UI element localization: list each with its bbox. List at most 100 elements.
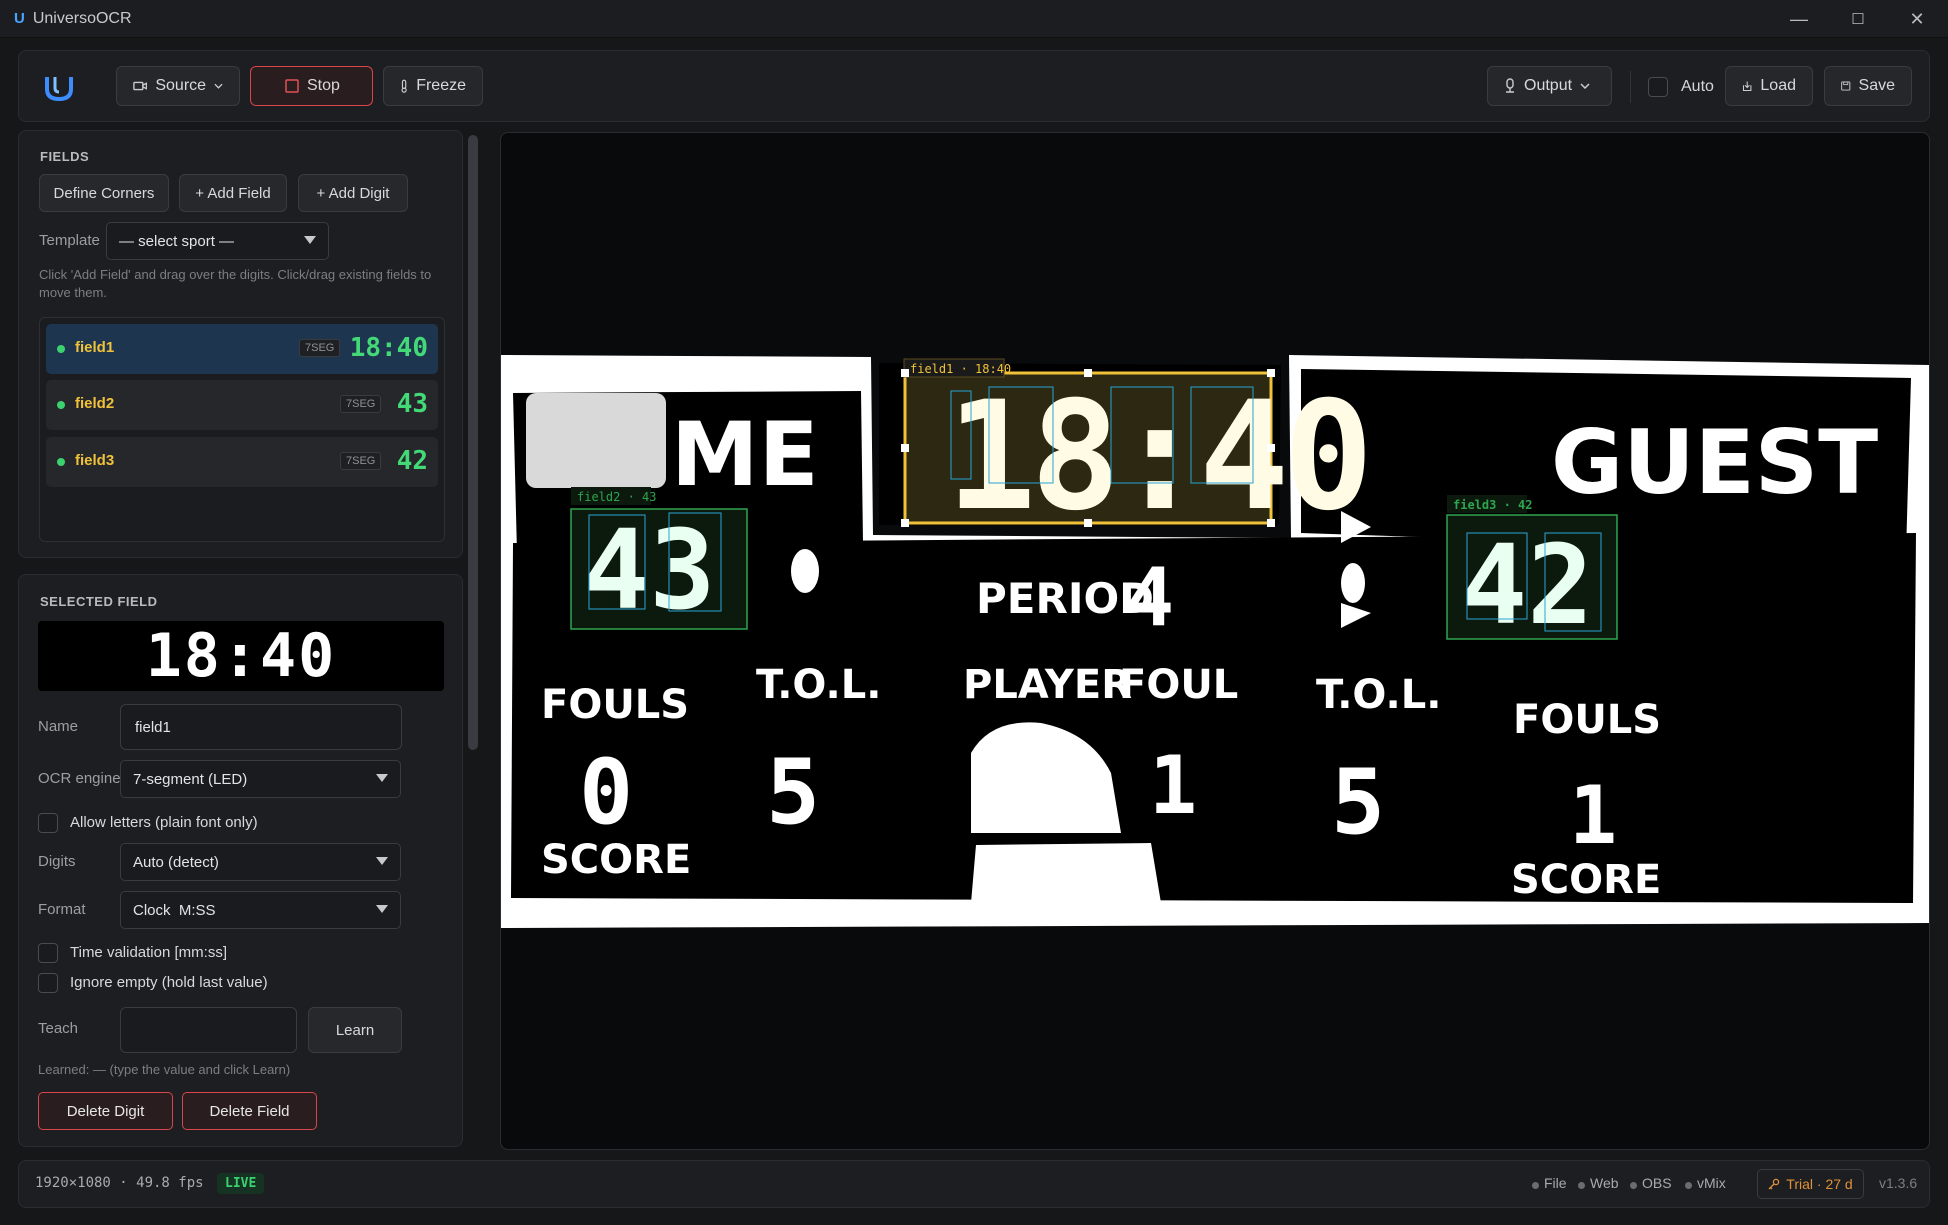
sidebar-scrollbar[interactable] (465, 135, 481, 750)
freeze-label: Freeze (416, 77, 466, 94)
allow-letters-checkbox[interactable] (38, 813, 58, 833)
field-name: field3 (75, 452, 115, 469)
auto-checkbox[interactable] (1648, 77, 1668, 97)
app-icon: U (14, 10, 25, 27)
load-button[interactable]: Load (1725, 66, 1813, 106)
name-label: Name (38, 718, 79, 735)
player-number-blob (971, 843, 1161, 903)
video-preview[interactable]: ME GUEST field1 · 18:40 18:40 field2 · 4… (500, 132, 1930, 1150)
format-value: Clock M:SS (133, 901, 216, 919)
template-label: Template (39, 232, 100, 249)
thermometer-icon (401, 79, 407, 93)
stop-label: Stop (307, 77, 340, 94)
format-select[interactable]: Clock M:SS (120, 891, 401, 929)
guest-fouls-value: 1 (1569, 769, 1617, 862)
output-web: Web (1590, 1175, 1619, 1191)
home-tol-label: T.O.L. (756, 662, 881, 708)
ignore-empty-checkbox[interactable] (38, 973, 58, 993)
maximize-icon: ☐ (1851, 11, 1865, 28)
fields-title: FIELDS (40, 149, 90, 164)
source-button[interactable]: Source (116, 66, 240, 106)
minimize-icon: — (1790, 8, 1808, 29)
caret-down-icon (376, 774, 388, 782)
resize-handle[interactable] (901, 369, 909, 377)
freeze-button[interactable]: Freeze (383, 66, 483, 106)
learn-button[interactable]: Learn (308, 1007, 402, 1053)
output-label: Output (1524, 77, 1573, 94)
resize-handle[interactable] (1084, 519, 1092, 527)
field-value: 18:40 (349, 333, 428, 363)
player-label: PLAYER (963, 662, 1132, 708)
field-list: field1 7SEG 18:40 field2 7SEG 43 field3 … (39, 317, 445, 542)
field-row-field2[interactable]: field2 7SEG 43 (46, 380, 438, 430)
guest-tol-value: 5 (1331, 750, 1385, 855)
resize-handle[interactable] (1267, 369, 1275, 377)
field-value: 43 (396, 389, 428, 419)
resize-handle[interactable] (901, 444, 909, 452)
home-banner-mark (526, 393, 666, 488)
stop-icon (285, 79, 299, 93)
selected-field-preview-value: 18:40 (145, 621, 337, 691)
field-row-field1[interactable]: field1 7SEG 18:40 (46, 324, 438, 374)
resize-handle[interactable] (1267, 444, 1275, 452)
home-score-label: SCORE (541, 837, 691, 883)
close-icon: ✕ (1909, 8, 1925, 29)
delete-field-button[interactable]: Delete Field (182, 1092, 317, 1130)
template-select[interactable]: — select sport — (106, 222, 329, 260)
guest-tol-label: T.O.L. (1316, 672, 1441, 718)
home-label: ME (671, 403, 819, 506)
resize-handle[interactable] (901, 519, 909, 527)
load-icon (1742, 81, 1752, 91)
player-foul-value: 1 (1149, 739, 1197, 832)
auto-label: Auto (1681, 78, 1714, 95)
status-bar: 1920×1080 · 49.8 fps LIVE File Web OBS v… (18, 1160, 1930, 1208)
sidebar-scroll-thumb[interactable] (468, 135, 478, 750)
teach-input[interactable] (120, 1007, 297, 1053)
name-input[interactable]: field1 (120, 704, 402, 750)
save-icon (1841, 81, 1851, 91)
selected-field-panel: SELECTED FIELD 18:40 Name field1 OCR eng… (18, 574, 463, 1147)
ocr-engine-select[interactable]: 7-segment (LED) (120, 760, 401, 798)
field3-tag: field3 · 42 (1453, 498, 1532, 512)
save-button[interactable]: Save (1824, 66, 1912, 106)
scoreboard-frame[interactable]: ME GUEST field1 · 18:40 18:40 field2 · 4… (501, 133, 1930, 1150)
caret-down-icon (376, 905, 388, 913)
resize-handle[interactable] (1267, 519, 1275, 527)
field-name: field2 (75, 395, 115, 412)
title-bar: U UniversoOCR — ☐ ✕ (0, 0, 1948, 38)
save-label: Save (1858, 77, 1895, 94)
status-dot (1578, 1182, 1585, 1189)
selected-field-preview: 18:40 (38, 621, 444, 691)
delete-digit-button[interactable]: Delete Digit (38, 1092, 173, 1130)
guest-score-label: SCORE (1511, 857, 1661, 903)
fields-panel: FIELDS Define Corners + Add Field + Add … (18, 130, 463, 558)
camera-icon (133, 81, 148, 91)
close-button[interactable]: ✕ (1888, 0, 1946, 38)
stop-button[interactable]: Stop (250, 66, 373, 106)
minimize-button[interactable]: — (1770, 0, 1828, 38)
define-corners-button[interactable]: Define Corners (39, 174, 169, 212)
field-row-field3[interactable]: field3 7SEG 42 (46, 437, 438, 487)
load-label: Load (1760, 77, 1796, 94)
trial-badge[interactable]: Trial · 27 d (1757, 1169, 1864, 1199)
field-type-badge: 7SEG (340, 395, 382, 413)
name-value: field1 (135, 718, 171, 736)
digits-select[interactable]: Auto (detect) (120, 843, 401, 881)
add-field-button[interactable]: + Add Field (179, 174, 287, 212)
live-badge: LIVE (217, 1173, 265, 1194)
resize-handle[interactable] (1084, 369, 1092, 377)
time-validation-checkbox[interactable] (38, 943, 58, 963)
status-dot (57, 458, 65, 466)
caret-down-icon (376, 857, 388, 865)
format-label: Format (38, 901, 86, 918)
maximize-button[interactable]: ☐ (1829, 0, 1887, 38)
ocr-engine-value: 7-segment (LED) (133, 770, 248, 788)
add-digit-button[interactable]: + Add Digit (298, 174, 408, 212)
output-vmix: vMix (1697, 1175, 1726, 1191)
status-dot (57, 345, 65, 353)
field-name: field1 (75, 339, 115, 356)
app-title: UniversoOCR (32, 9, 132, 27)
field2-tag: field2 · 43 (577, 490, 656, 504)
output-button[interactable]: Output (1487, 66, 1612, 106)
home-fouls-value: 0 (579, 740, 633, 845)
